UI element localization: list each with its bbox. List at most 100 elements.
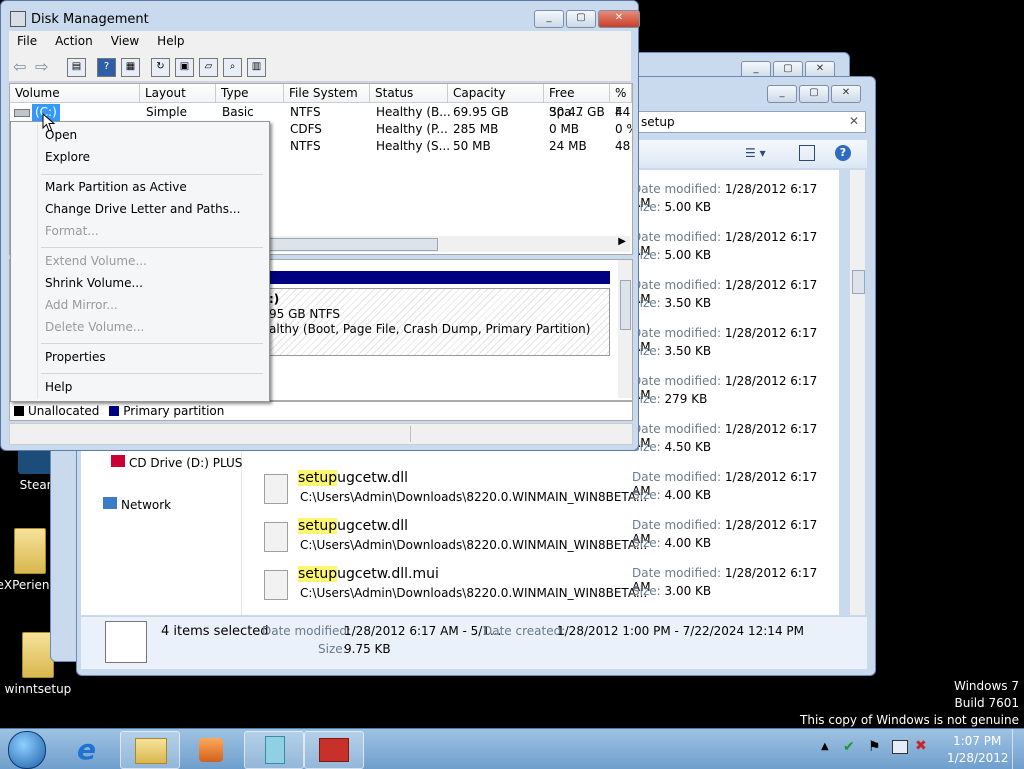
volume-muted-icon[interactable]: ✖	[915, 738, 927, 754]
menu-help[interactable]: Help	[149, 31, 192, 53]
windows-watermark: Windows 7 Build 7601 This copy of Window…	[800, 678, 1019, 729]
column-header-type[interactable]: Type	[216, 84, 284, 103]
menu-separator	[41, 343, 263, 344]
minimize-button[interactable]: _	[767, 85, 797, 103]
show-hide-console-tree-icon[interactable]: ▤	[67, 58, 86, 77]
taskbar-media-player[interactable]	[182, 731, 242, 769]
column-header-volume[interactable]: Volume	[10, 84, 140, 103]
show-desktop-button[interactable]	[1012, 729, 1024, 769]
vertical-scrollbar[interactable]	[850, 170, 865, 615]
scrollbar-thumb[interactable]	[260, 238, 438, 251]
column-header-free-space[interactable]: Free Spa...	[544, 84, 610, 119]
cd-drive-icon	[111, 455, 125, 467]
partition-block[interactable]: :) 95 GB NTFS althy (Boot, Page File, Cr…	[268, 288, 610, 356]
column-header-status[interactable]: Status	[370, 84, 448, 103]
cell-free-space: 30.47 GB	[549, 105, 605, 119]
menu-bar: File Action View Help	[9, 31, 631, 53]
security-check-icon[interactable]: ✔	[843, 739, 855, 755]
show-action-pane-icon[interactable]: ▦	[121, 58, 140, 77]
cell-file-system: CDFS	[290, 122, 322, 136]
show-hidden-icons-icon[interactable]: ▲	[821, 741, 829, 752]
properties-icon[interactable]: ▣	[175, 58, 194, 77]
help-icon[interactable]: ?	[835, 145, 851, 161]
maximize-button[interactable]: ▢	[566, 10, 596, 28]
clock-time[interactable]: 1:07 PM	[953, 734, 1001, 748]
meta-label: Size:	[632, 488, 661, 502]
maximize-button[interactable]: ▢	[799, 85, 829, 103]
menu-action[interactable]: Action	[47, 31, 101, 53]
search-icon[interactable]: ⌕	[223, 58, 242, 77]
view-options-icon[interactable]: ☰ ▾	[745, 146, 766, 160]
menu-view[interactable]: View	[103, 31, 147, 53]
taskbar-windows-explorer[interactable]	[120, 731, 180, 769]
help-icon[interactable]: ?	[97, 58, 116, 77]
menu-item-help[interactable]: Help	[45, 378, 72, 396]
file-name-rest: ugcetw.dll	[337, 518, 408, 534]
meta-label: Date modified:	[632, 518, 722, 532]
menu-item-change-drive-letter[interactable]: Change Drive Letter and Paths...	[45, 200, 240, 218]
menu-item-mark-active[interactable]: Mark Partition as Active	[45, 178, 187, 196]
status-bar	[9, 423, 633, 445]
file-name-match: setup	[298, 566, 338, 582]
column-header-file-system[interactable]: File System	[284, 84, 370, 103]
meta-label: Date modified:	[632, 182, 722, 196]
watermark-line-1: Windows 7	[953, 679, 1019, 693]
cell-free-space: 0 MB	[549, 122, 580, 136]
close-button[interactable]: ✕	[598, 10, 640, 28]
preview-pane-icon[interactable]	[799, 145, 815, 161]
window-caption-buttons: _ ▢ ✕	[534, 10, 640, 28]
scroll-right-icon[interactable]: ▶	[618, 236, 626, 247]
rescan-disks-icon[interactable]: ▥	[247, 58, 266, 77]
cell-layout: Simple	[146, 105, 187, 119]
meta-value: 4.00 KB	[664, 488, 712, 502]
taskbar-internet-explorer[interactable]: e	[62, 731, 122, 769]
legend-unallocated-label: Unallocated	[28, 404, 100, 418]
folder-icon	[14, 528, 46, 574]
network-tray-icon[interactable]	[892, 740, 908, 754]
close-button[interactable]: ✕	[831, 85, 861, 103]
column-header-percent-free[interactable]: % F	[610, 84, 632, 119]
menu-item-explore[interactable]: Explore	[45, 148, 90, 166]
cell-status: Healthy (P...	[376, 122, 448, 136]
windows-explorer-icon	[135, 738, 167, 764]
window-caption-buttons: _ ▢ ✕	[767, 85, 861, 103]
menu-item-properties[interactable]: Properties	[45, 348, 106, 366]
context-menu: Open Explore Mark Partition as Active Ch…	[10, 121, 270, 402]
search-value: setup	[641, 115, 675, 129]
legend-primary-label: Primary partition	[123, 404, 225, 418]
forward-icon[interactable]: ⇨	[35, 57, 48, 76]
back-icon[interactable]: ⇦	[13, 57, 26, 76]
selected-count: 4 items selected	[161, 624, 269, 639]
search-input[interactable]: setup ✕	[630, 111, 866, 133]
start-orb-icon[interactable]	[8, 731, 46, 769]
meta-label: Date modified:	[632, 278, 722, 292]
column-header-layout[interactable]: Layout	[140, 84, 216, 103]
meta-value: 279 KB	[664, 392, 708, 406]
clock-date[interactable]: 1/28/2012	[947, 751, 1009, 765]
internet-explorer-icon: e	[77, 733, 96, 766]
cell-free-space: 24 MB	[549, 139, 587, 153]
scrollbar-thumb[interactable]	[620, 280, 631, 330]
action-center-flag-icon[interactable]: ⚑	[868, 739, 881, 755]
file-size: Size: 279 KB	[632, 392, 832, 406]
open-icon[interactable]: ▱	[199, 58, 218, 77]
scrollbar-thumb[interactable]	[852, 270, 865, 294]
meta-value: 4.00 KB	[664, 536, 712, 550]
meta-value: 4.50 KB	[664, 440, 712, 454]
taskbar-toolbox[interactable]	[304, 731, 364, 769]
cell-file-system: NTFS	[290, 105, 321, 119]
refresh-icon[interactable]: ↻	[151, 58, 170, 77]
nav-item-cd-drive[interactable]: CD Drive (D:) PLUS98	[111, 455, 258, 470]
cell-capacity: 50 MB	[453, 139, 491, 153]
taskbar-notepad[interactable]	[244, 731, 304, 769]
menu-file[interactable]: File	[9, 31, 45, 53]
nav-item-network[interactable]: Network	[103, 497, 171, 512]
file-name: setupugcetw.dll	[298, 518, 408, 534]
clear-search-icon[interactable]: ✕	[849, 114, 859, 128]
menu-item-format: Format...	[45, 224, 99, 238]
minimize-button[interactable]: _	[534, 10, 564, 28]
file-name-match: setup	[298, 518, 338, 534]
vertical-scrollbar[interactable]	[618, 260, 632, 398]
column-header-capacity[interactable]: Capacity	[448, 84, 544, 103]
menu-item-shrink-volume[interactable]: Shrink Volume...	[45, 274, 143, 292]
